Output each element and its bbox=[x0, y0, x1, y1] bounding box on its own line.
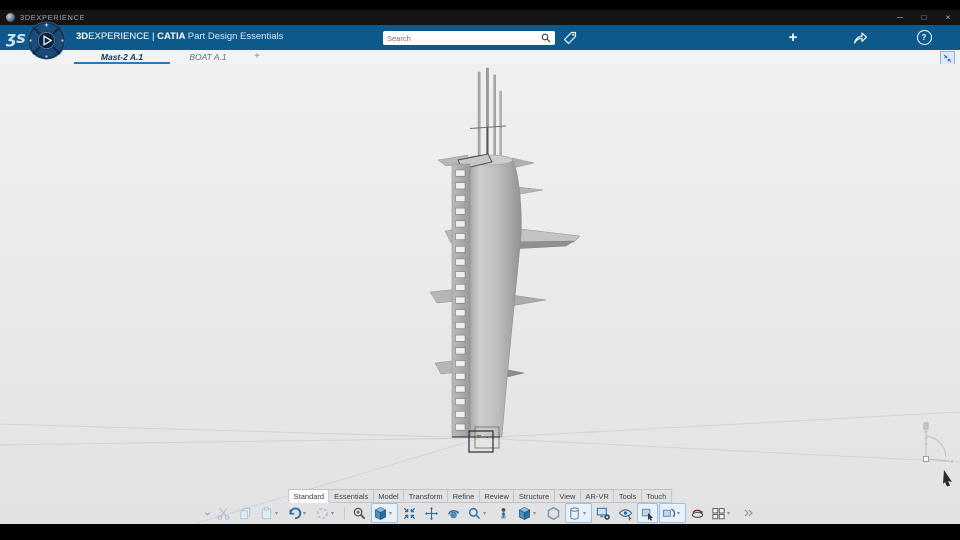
toolbar-options-icon[interactable] bbox=[202, 504, 212, 522]
zoom-in-icon[interactable] bbox=[349, 503, 370, 523]
paste-icon[interactable] bbox=[257, 503, 284, 523]
new-tab-button[interactable]: + bbox=[250, 50, 264, 63]
ribbon-tab-touch[interactable]: Touch bbox=[641, 489, 672, 503]
look-at-icon[interactable] bbox=[493, 503, 514, 523]
pan-icon[interactable] bbox=[421, 503, 442, 523]
app-window-icon bbox=[6, 13, 15, 22]
axis-triad[interactable] bbox=[923, 422, 954, 463]
fit-all-icon[interactable] bbox=[399, 503, 420, 523]
ribbon-tab-transform[interactable]: Transform bbox=[404, 489, 449, 503]
svg-text:ʒs: ʒs bbox=[6, 28, 26, 47]
os-title-bar: 3DEXPERIENCE ─ □ × bbox=[0, 10, 960, 25]
ribbon-tab-review[interactable]: Review bbox=[479, 489, 515, 503]
ribbon-tab-tools[interactable]: Tools bbox=[614, 489, 642, 503]
render-style-icon[interactable] bbox=[565, 503, 592, 523]
ribbon-tab-essentials[interactable]: Essentials bbox=[329, 489, 374, 503]
ribbon-tab-view[interactable]: View bbox=[554, 489, 581, 503]
rotate-icon[interactable] bbox=[443, 503, 464, 523]
history-icon[interactable] bbox=[313, 503, 340, 523]
zoom-icon[interactable] bbox=[465, 503, 492, 523]
select-box-icon[interactable] bbox=[637, 503, 658, 523]
letterbox-bottom bbox=[0, 524, 960, 540]
undo-icon[interactable] bbox=[285, 503, 312, 523]
3dexperience-compass[interactable] bbox=[27, 21, 66, 60]
collapse-icon[interactable] bbox=[940, 51, 955, 65]
split-view-icon[interactable] bbox=[709, 503, 736, 523]
ribbon-tab-structure[interactable]: Structure bbox=[514, 489, 555, 503]
search-bar bbox=[383, 31, 555, 45]
display-settings-icon[interactable] bbox=[593, 503, 614, 523]
ribbon-tab-model[interactable]: Model bbox=[373, 489, 405, 503]
3d-viewport[interactable] bbox=[0, 64, 960, 524]
ribbon-tab-arvr[interactable]: AR-VR bbox=[580, 489, 615, 503]
isometric-view-icon[interactable] bbox=[371, 503, 398, 523]
document-tab-bar: Mast-2 A.1 BOAT A.1 + bbox=[0, 50, 960, 65]
ribbon-tab-bar: Standard Essentials Model Transform Refi… bbox=[288, 489, 672, 503]
rotate-view-icon[interactable] bbox=[659, 503, 686, 523]
share-button[interactable] bbox=[850, 28, 870, 46]
tag-icon[interactable] bbox=[562, 30, 578, 46]
maximize-button[interactable]: □ bbox=[912, 10, 936, 25]
hide-show-icon[interactable] bbox=[615, 503, 636, 523]
more-commands-icon[interactable] bbox=[737, 503, 758, 523]
sail-track-slots bbox=[455, 169, 466, 431]
cut-icon[interactable] bbox=[213, 503, 234, 523]
mast-top-antennas bbox=[469, 67, 507, 165]
ribbon-tab-standard[interactable]: Standard bbox=[288, 489, 330, 503]
help-button[interactable]: ? bbox=[914, 28, 934, 46]
named-views-icon[interactable] bbox=[515, 503, 542, 523]
ribbon-tab-refine[interactable]: Refine bbox=[448, 489, 480, 503]
copy-icon[interactable] bbox=[235, 503, 256, 523]
standard-toolbar bbox=[202, 503, 758, 523]
mast-body[interactable] bbox=[465, 156, 522, 438]
add-button[interactable]: + bbox=[783, 28, 803, 46]
toolbar-separator bbox=[344, 506, 345, 520]
minimize-button[interactable]: ─ bbox=[888, 10, 912, 25]
close-button[interactable]: × bbox=[936, 10, 960, 25]
mouse-cursor bbox=[943, 470, 952, 487]
search-icon[interactable] bbox=[541, 33, 551, 43]
mast-model[interactable] bbox=[0, 64, 960, 524]
application-window: 3DEXPERIENCE ─ □ × ʒs 3DEXPERIENCE | CAT… bbox=[0, 0, 960, 540]
search-input[interactable] bbox=[383, 33, 541, 43]
tab-boat[interactable]: BOAT A.1 bbox=[172, 50, 244, 63]
perspective-mode-icon[interactable] bbox=[543, 503, 564, 523]
update-icon[interactable] bbox=[687, 503, 708, 523]
app-title: 3DEXPERIENCE | CATIA Part Design Essenti… bbox=[76, 31, 284, 42]
